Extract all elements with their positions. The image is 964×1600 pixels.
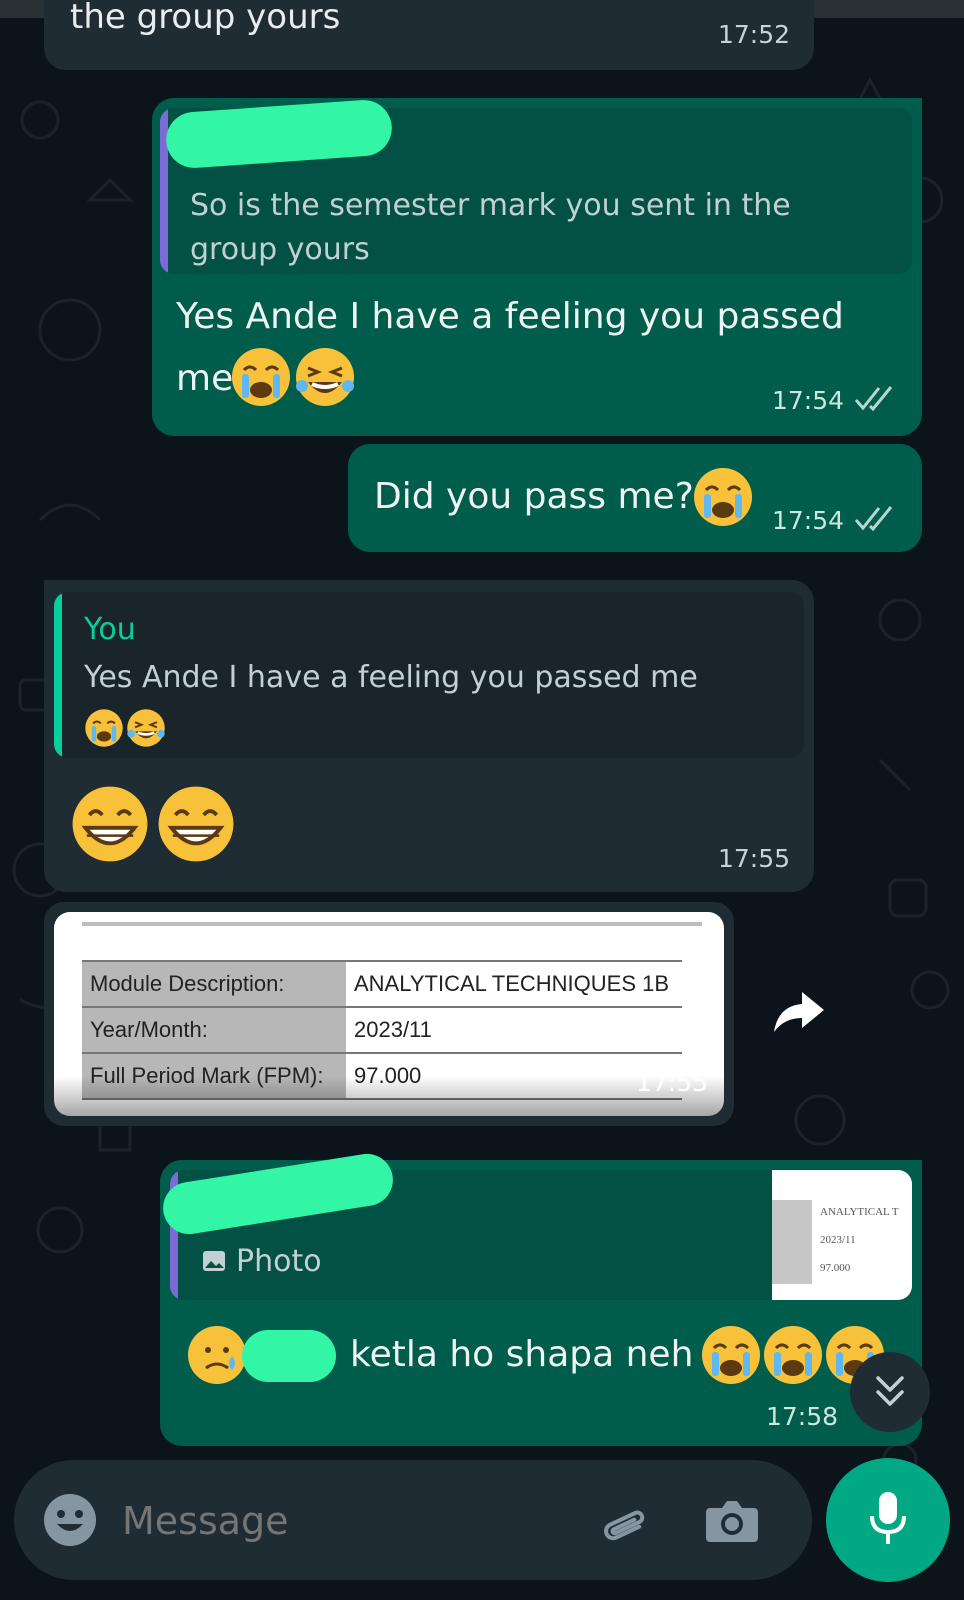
message-time: 17:55	[635, 1068, 708, 1097]
sad-tear-emoji	[186, 1324, 248, 1390]
thumb-cell	[772, 1200, 812, 1284]
quote-label: Photo	[236, 1244, 322, 1279]
quote-author: You	[84, 612, 136, 647]
forward-icon[interactable]	[772, 988, 828, 1040]
message-time: 17:52	[717, 20, 790, 49]
quote-text: So is the semester mark you sent in the …	[190, 188, 791, 267]
incoming-image-message[interactable]: Module Description: ANALYTICAL TECHNIQUES…	[44, 902, 734, 1126]
scroll-down-icon	[874, 1374, 906, 1414]
thumb-line: 2023/11	[820, 1234, 856, 1246]
message-time: 17:54	[772, 506, 898, 538]
thumb-line: ANALYTICAL T	[820, 1206, 899, 1218]
photo-thumbnail[interactable]: ANALYTICAL T 2023/11 97.000	[772, 1170, 912, 1300]
emoji-icon[interactable]	[42, 1492, 98, 1552]
row-label: Year/Month:	[82, 1006, 346, 1054]
incoming-message[interactable]: the group yours 17:52	[44, 0, 814, 70]
crying-emoji	[692, 466, 754, 532]
camera-icon[interactable]	[704, 1496, 760, 1550]
marks-screenshot-image[interactable]: Module Description: ANALYTICAL TECHNIQUES…	[54, 912, 724, 1116]
table-row: Year/Month: 2023/11	[82, 1006, 682, 1054]
mic-icon	[868, 1490, 908, 1554]
voice-record-button[interactable]	[826, 1458, 950, 1582]
thumb-line: 97.000	[820, 1262, 851, 1274]
grinning-emoji	[70, 784, 150, 868]
read-ticks-icon	[854, 506, 898, 538]
crying-emoji	[230, 346, 292, 412]
message-text: Did you pass me?	[374, 476, 694, 517]
message-text: ketla ho shapa neh	[350, 1334, 694, 1375]
laughing-emoji	[294, 346, 356, 412]
table-row: Module Description: ANALYTICAL TECHNIQUES…	[82, 960, 682, 1008]
crying-emoji	[762, 1324, 824, 1390]
scroll-to-bottom-button[interactable]	[850, 1352, 930, 1432]
image-shadow	[54, 1076, 724, 1116]
message-time: 17:55	[717, 844, 790, 873]
crying-emoji	[84, 708, 124, 752]
message-input[interactable]	[120, 1488, 564, 1554]
crying-emoji	[700, 1324, 762, 1390]
incoming-message[interactable]: You Yes Ande I have a feeling you passed…	[44, 580, 814, 892]
quoted-message[interactable]: You Yes Ande I have a feeling you passed…	[54, 592, 804, 758]
photo-icon	[202, 1250, 226, 1276]
quote-bar	[54, 592, 62, 758]
quote-text: Yes Ande I have a feeling you passed me	[84, 660, 698, 695]
image-top-rule	[82, 922, 702, 926]
outgoing-message[interactable]: So is the semester mark you sent in the …	[152, 98, 922, 436]
time-text: 17:54	[771, 506, 844, 535]
read-ticks-icon	[854, 386, 898, 418]
row-value: 2023/11	[346, 1006, 682, 1054]
message-time: 17:58	[765, 1402, 838, 1431]
message-input-bar[interactable]	[14, 1460, 812, 1580]
redacted-name	[242, 1330, 336, 1382]
grinning-emoji	[156, 784, 236, 868]
row-label: Module Description:	[82, 960, 346, 1008]
outgoing-message[interactable]: Photo ANALYTICAL T 2023/11 97.000 ketla …	[159, 1150, 922, 1446]
attach-icon[interactable]	[598, 1494, 654, 1554]
time-text: 17:54	[771, 386, 844, 415]
message-text: the group yours	[70, 0, 341, 37]
laughing-emoji	[126, 708, 166, 752]
row-value: ANALYTICAL TECHNIQUES 1B	[346, 960, 682, 1008]
message-time: 17:54	[772, 386, 898, 418]
outgoing-message[interactable]: Did you pass me? 17:54	[348, 444, 922, 552]
